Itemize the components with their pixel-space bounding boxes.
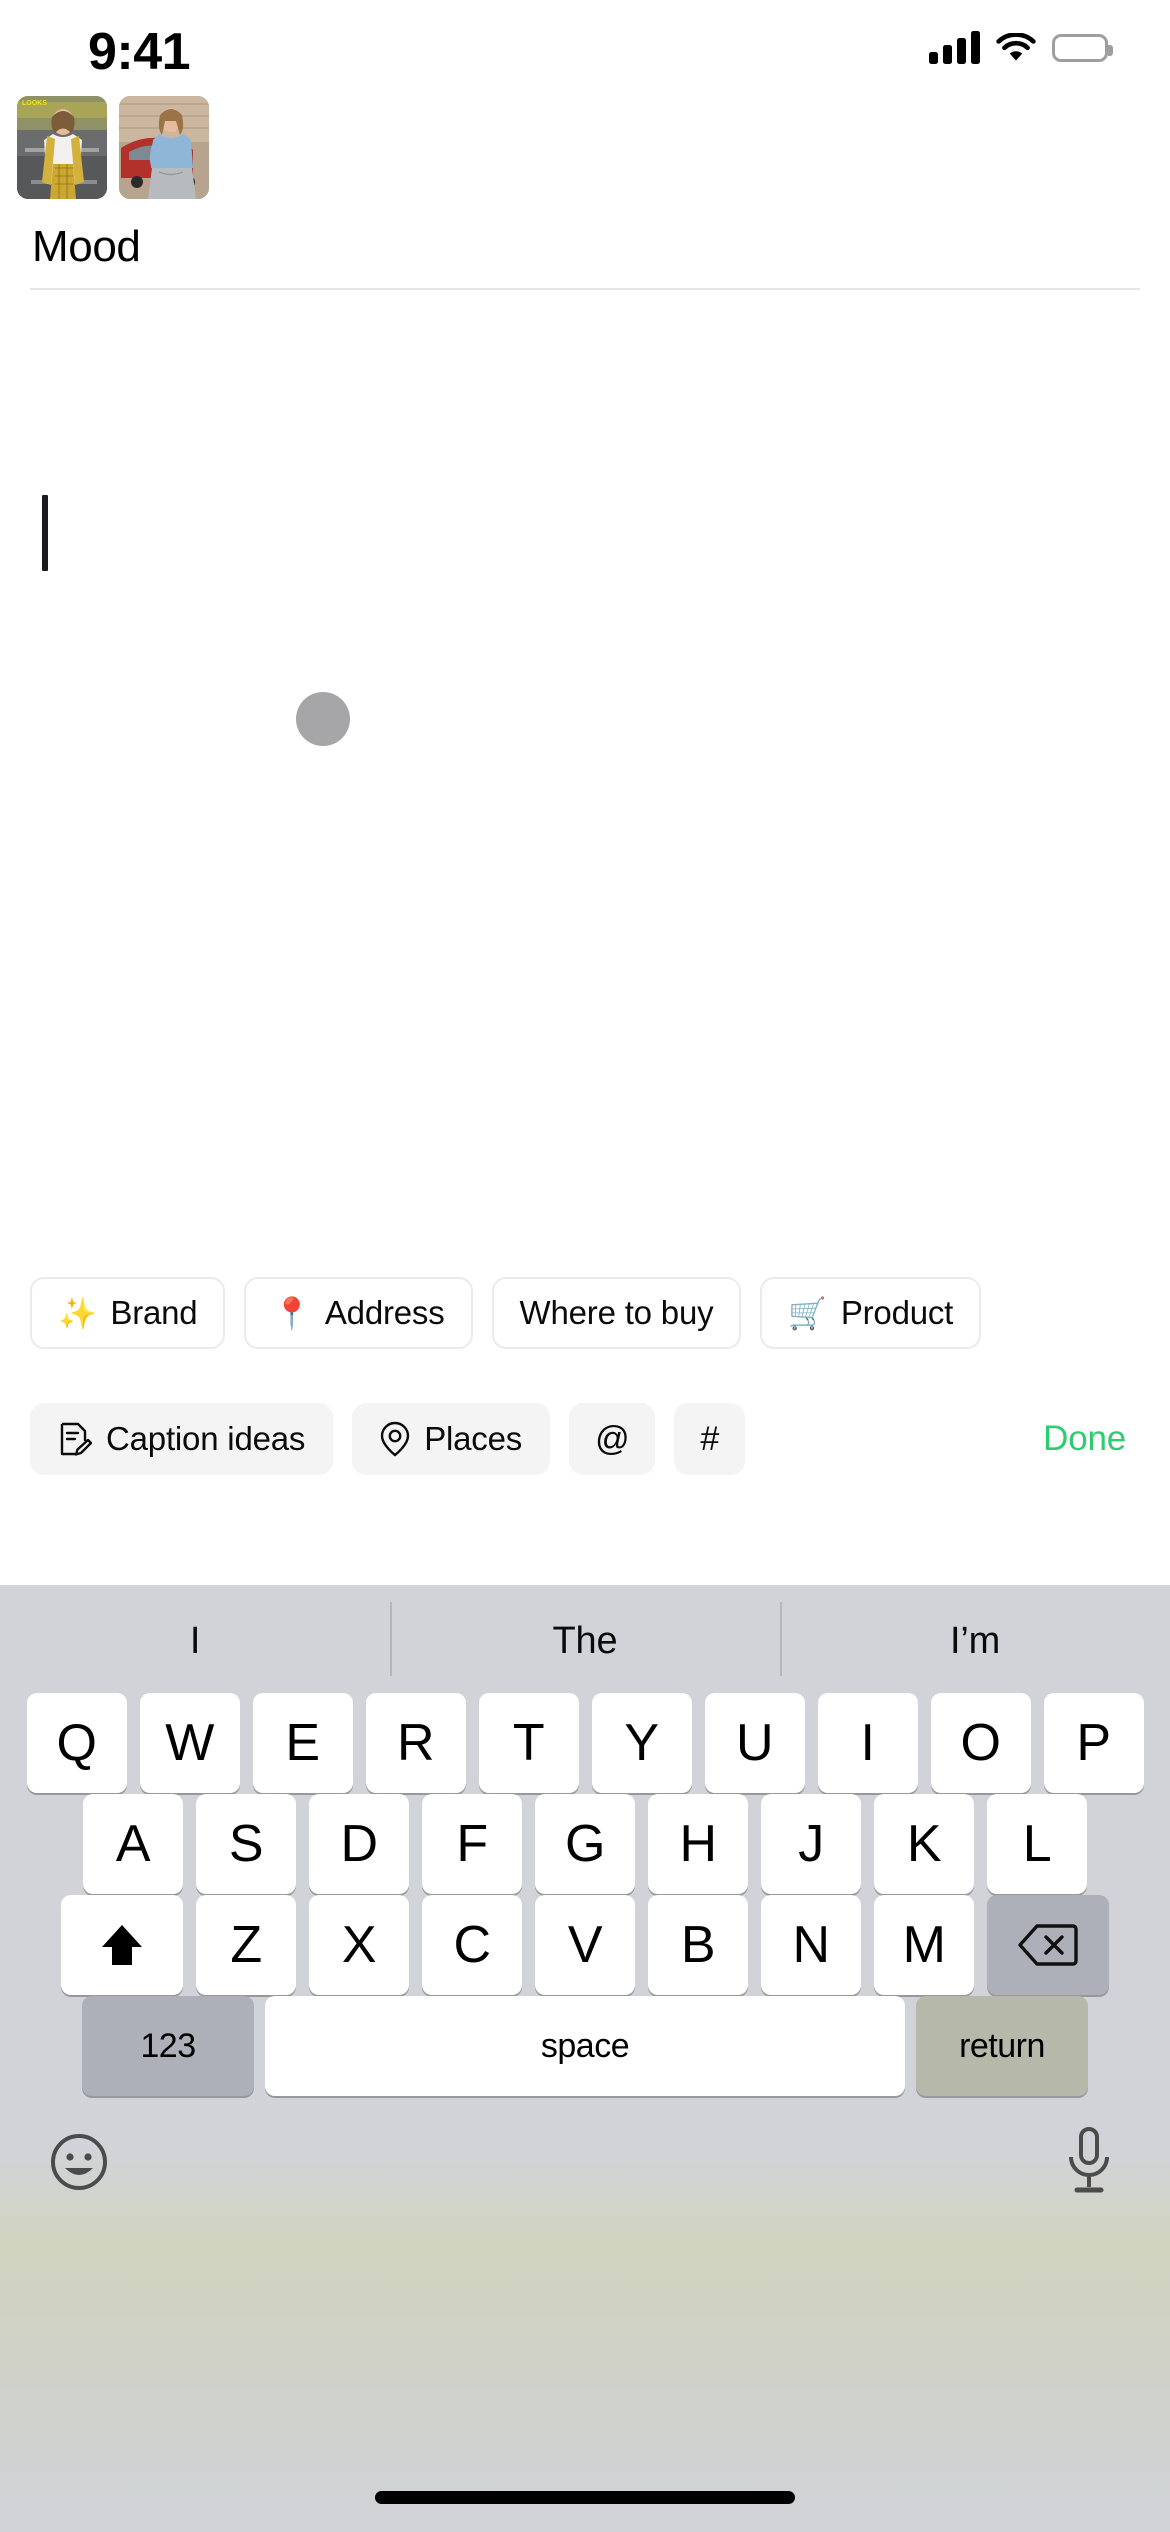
key-u[interactable]: U [704, 1693, 805, 1793]
key-z[interactable]: Z [196, 1895, 296, 1995]
key-g[interactable]: G [535, 1794, 635, 1894]
key-s[interactable]: S [196, 1794, 296, 1894]
chip-mention[interactable]: @ [569, 1403, 656, 1475]
dictation-key[interactable] [1057, 2125, 1121, 2193]
chip-label: Caption ideas [106, 1420, 306, 1457]
emoji-smiley-icon [47, 2130, 111, 2194]
key-n[interactable]: N [761, 1895, 861, 1995]
key-y[interactable]: Y [591, 1693, 692, 1793]
phone-screen: 9:41 LOOKS Mood ✨ Brand 📍 Address Where … [0, 0, 1170, 2532]
keyboard-row-1: Q W E R T Y U I O P [0, 1693, 1170, 1793]
chip-label: Product [840, 1294, 954, 1331]
key-e[interactable]: E [252, 1693, 353, 1793]
done-button[interactable]: Done [1043, 1419, 1126, 1459]
shopping-cart-emoji-icon: 🛒 [788, 1295, 827, 1331]
key-k[interactable]: K [874, 1794, 974, 1894]
key-i[interactable]: I [817, 1693, 918, 1793]
status-bar-indicators [929, 31, 1113, 64]
key-r[interactable]: R [365, 1693, 466, 1793]
keyboard-row-4: 123 space return [0, 1996, 1170, 2096]
svg-text:LOOKS: LOOKS [22, 100, 47, 107]
return-key[interactable]: return [916, 1996, 1088, 2096]
home-indicator[interactable] [375, 2491, 795, 2504]
at-sign-icon: @ [595, 1420, 630, 1458]
status-bar-time: 9:41 [88, 23, 191, 81]
key-t[interactable]: T [478, 1693, 579, 1793]
key-c[interactable]: C [422, 1895, 522, 1995]
chip-label: Places [424, 1420, 523, 1457]
prediction-1[interactable]: I [0, 1620, 390, 1663]
suggestion-chips-row-2: Caption ideas Places @ # Done [0, 1403, 1170, 1475]
key-o[interactable]: O [930, 1693, 1031, 1793]
sparkles-emoji-icon: ✨ [58, 1295, 97, 1331]
thumbnail-1[interactable]: LOOKS [17, 96, 107, 199]
chip-brand[interactable]: ✨ Brand [30, 1277, 226, 1349]
emoji-key[interactable] [47, 2130, 111, 2194]
key-q[interactable]: Q [26, 1693, 127, 1793]
key-f[interactable]: F [422, 1794, 522, 1894]
suggestion-chips-row-1: ✨ Brand 📍 Address Where to buy 🛒 Product [0, 1277, 1170, 1349]
note-pencil-icon [58, 1421, 92, 1457]
shift-key[interactable] [61, 1895, 183, 1995]
prediction-2[interactable]: The [390, 1601, 780, 1676]
status-bar: 9:41 [0, 0, 1170, 100]
composer-divider [30, 288, 1140, 290]
keyboard-row-3: Z X C V B N M [0, 1895, 1170, 1995]
key-l[interactable]: L [987, 1794, 1087, 1894]
location-pin-icon [380, 1421, 410, 1457]
key-w[interactable]: W [139, 1693, 240, 1793]
chip-label: Address [324, 1294, 445, 1331]
key-p[interactable]: P [1043, 1693, 1144, 1793]
prediction-3[interactable]: I’m [780, 1601, 1170, 1676]
post-title[interactable]: Mood [32, 222, 141, 272]
key-d[interactable]: D [309, 1794, 409, 1894]
text-cursor [42, 495, 48, 571]
chip-places[interactable]: Places [352, 1403, 551, 1475]
numbers-key[interactable]: 123 [82, 1996, 254, 2096]
space-key[interactable]: space [265, 1996, 905, 2096]
predictive-text-bar: I The I’m [0, 1585, 1170, 1697]
key-h[interactable]: H [648, 1794, 748, 1894]
battery-full-icon [1052, 34, 1113, 62]
chip-hashtag[interactable]: # [674, 1403, 746, 1475]
chip-label: Where to buy [519, 1294, 714, 1331]
loading-dot-indicator [296, 692, 350, 746]
chip-label: Brand [110, 1294, 198, 1331]
hashtag-icon: # [700, 1420, 720, 1458]
chip-address[interactable]: 📍 Address [244, 1277, 473, 1349]
keyboard-tint-overlay [0, 2145, 1170, 2532]
microphone-icon [1057, 2125, 1121, 2197]
shift-arrow-icon [94, 1917, 150, 1973]
chip-where-to-buy[interactable]: Where to buy [491, 1277, 742, 1349]
key-m[interactable]: M [874, 1895, 974, 1995]
backspace-icon [1017, 1922, 1079, 1968]
thumbnail-2[interactable] [119, 96, 209, 199]
keyboard-row-2: A S D F G H J K L [0, 1794, 1170, 1894]
wifi-icon [996, 33, 1036, 63]
key-x[interactable]: X [309, 1895, 409, 1995]
signal-bars-icon [929, 31, 980, 64]
on-screen-keyboard: I The I’m Q W E R T Y U I O P A S D F G … [0, 1585, 1170, 2532]
key-j[interactable]: J [761, 1794, 861, 1894]
backspace-key[interactable] [987, 1895, 1109, 1995]
pin-emoji-icon: 📍 [272, 1295, 311, 1331]
key-a[interactable]: A [83, 1794, 183, 1894]
selected-media-thumbnails: LOOKS [17, 96, 209, 199]
chip-caption-ideas[interactable]: Caption ideas [30, 1403, 334, 1475]
key-v[interactable]: V [535, 1895, 635, 1995]
chip-product[interactable]: 🛒 Product [760, 1277, 982, 1349]
key-b[interactable]: B [648, 1895, 748, 1995]
